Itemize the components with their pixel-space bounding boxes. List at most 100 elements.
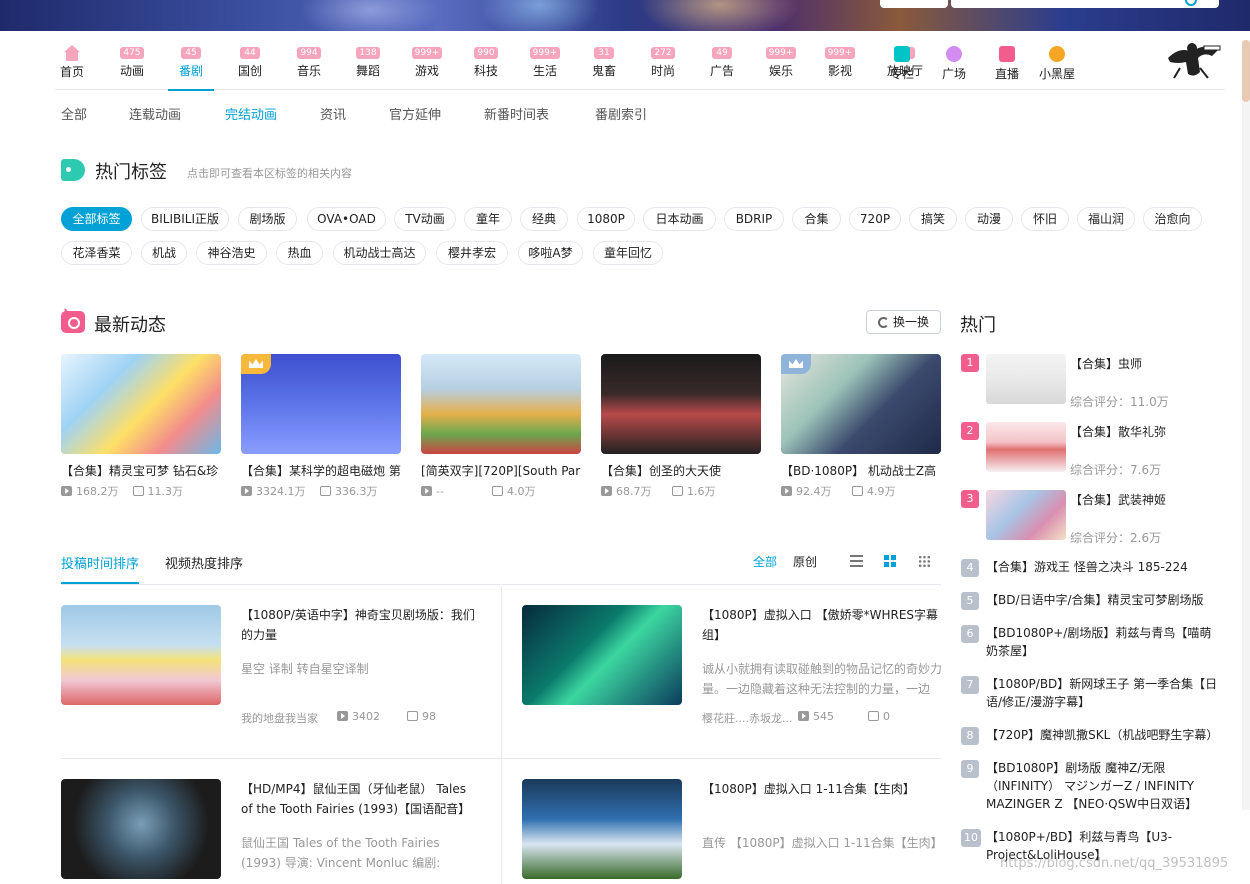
tag-chip[interactable]: 1080P (577, 207, 635, 231)
search-input[interactable] (951, 0, 1219, 8)
filter-original[interactable]: 原创 (793, 553, 817, 570)
video-thumbnail[interactable] (986, 354, 1066, 404)
video-thumbnail[interactable] (61, 605, 221, 705)
tag-chip[interactable]: BDRIP (724, 207, 784, 231)
tag-chip[interactable]: 搞笑 (909, 207, 957, 231)
tag-chip[interactable]: 花泽香菜 (61, 241, 132, 265)
tag-chip[interactable]: 热血 (276, 241, 323, 265)
subnav-item-3[interactable]: 资讯 (320, 104, 346, 123)
hot-video-title[interactable]: 【BD1080P】剧场版 魔神Z/无限（INFINITY） マジンガーZ / I… (986, 759, 1218, 813)
nav-special-1[interactable]: 广场 (940, 44, 968, 90)
subnav-item-5[interactable]: 新番时间表 (484, 104, 549, 123)
video-title[interactable]: 【1080P】虚拟入口 1-11合集【生肉】 (702, 779, 942, 799)
list-view-icon[interactable] (850, 555, 863, 567)
hot-video-title[interactable]: 【BD/日语中字/合集】精灵宝可梦剧场版 (986, 591, 1218, 609)
subnav-item-0[interactable]: 全部 (61, 104, 87, 123)
video-card[interactable]: 【BD·1080P】 机动战士Z高 92.4万 4.9万 (781, 354, 941, 499)
hot-video-title[interactable]: 【合集】武装神姬 (1070, 491, 1166, 508)
video-list-item[interactable]: 【1080P/英语中字】神奇宝贝剧场版：我们的力量 星空 译制 转自星空译制 我的地… (61, 585, 501, 739)
subnav-item-2[interactable]: 完结动画 (225, 104, 277, 123)
scrollbar-thumb[interactable] (1242, 40, 1250, 102)
refresh-button[interactable]: 换一换 (866, 310, 941, 334)
tag-chip[interactable]: 童年 (464, 207, 512, 231)
hot-video-title[interactable]: 【720P】魔神凯撒SKL（机战吧野生字幕） (986, 726, 1218, 744)
tag-chip[interactable]: 日本动画 (643, 207, 716, 231)
video-thumbnail[interactable] (421, 354, 581, 454)
header-mini-button[interactable] (880, 0, 948, 8)
video-title[interactable]: 【合集】某科学的超电磁炮 第 (241, 462, 401, 480)
grid-view-icon[interactable] (884, 555, 897, 567)
nav-special-0[interactable]: 专栏 (888, 44, 916, 90)
nav-item-3[interactable]: 44 国创 (233, 44, 267, 90)
filter-all[interactable]: 全部 (753, 553, 777, 570)
nav-item-7[interactable]: 990 科技 (469, 44, 503, 90)
video-card[interactable]: 【合集】精灵宝可梦 钻石&珍 168.2万 11.3万 (61, 354, 221, 499)
uploader-name[interactable]: 我的地盘我当家 (241, 710, 337, 726)
tag-chip[interactable]: 福山润 (1077, 207, 1135, 231)
video-card[interactable]: 【合集】某科学的超电磁炮 第 3324.1万 336.3万 (241, 354, 401, 499)
video-card[interactable]: [简英双字][720P][South Park. -- 4.0万 (421, 354, 581, 499)
tag-chip[interactable]: 剧场版 (238, 207, 297, 231)
tab-upload-time[interactable]: 投稿时间排序 (61, 553, 140, 584)
nav-item-11[interactable]: 49 广告 (705, 44, 739, 90)
nav-special-3[interactable]: 小黑屋 (1037, 44, 1077, 90)
mascot-logo[interactable] (1160, 38, 1224, 82)
tag-chip[interactable]: 合集 (792, 207, 841, 231)
video-thumbnail[interactable] (781, 354, 941, 454)
nav-item-0[interactable]: 首页 (55, 44, 89, 90)
nav-item-4[interactable]: 994 音乐 (292, 44, 326, 90)
tag-chip[interactable]: 经典 (520, 207, 568, 231)
video-list-item[interactable]: 【1080P】虚拟入口 1-11合集【生肉】 直传 【1080P】虚拟入口 1-1… (522, 759, 962, 884)
subnav-item-1[interactable]: 连载动画 (129, 104, 181, 123)
hot-video-title[interactable]: 【合集】游戏王 怪兽之决斗 185-224 (986, 558, 1218, 576)
tag-chip[interactable]: 哆啦A梦 (518, 241, 583, 265)
hot-video-title[interactable]: 【合集】散华礼弥 (1070, 423, 1166, 440)
nav-item-1[interactable]: 475 动画 (115, 44, 149, 90)
tag-chip[interactable]: 神谷浩史 (196, 241, 267, 265)
subnav-item-4[interactable]: 官方延伸 (389, 104, 441, 123)
tag-chip[interactable]: 治愈向 (1143, 207, 1202, 231)
tag-chip[interactable]: 机动战士高达 (333, 241, 426, 265)
video-thumbnail[interactable] (986, 422, 1066, 472)
video-thumbnail[interactable] (986, 490, 1066, 540)
tag-chip[interactable]: 720P (849, 207, 901, 231)
video-thumbnail[interactable] (61, 779, 221, 879)
video-card[interactable]: 【合集】创圣的大天使 68.7万 1.6万 (601, 354, 761, 499)
tag-chip[interactable]: 机战 (141, 241, 187, 265)
video-title[interactable]: 【1080P/英语中字】神奇宝贝剧场版：我们的力量 (241, 605, 481, 645)
tag-chip[interactable]: 动漫 (965, 207, 1013, 231)
compact-view-icon[interactable] (918, 555, 931, 567)
video-title[interactable]: 【BD·1080P】 机动战士Z高 (781, 462, 941, 480)
video-thumbnail[interactable] (522, 779, 682, 879)
hot-video-title[interactable]: 【合集】虫师 (1070, 355, 1142, 372)
tag-chip[interactable]: 童年回忆 (593, 241, 663, 265)
video-title[interactable]: 【合集】精灵宝可梦 钻石&珍 (61, 462, 221, 480)
search-icon[interactable] (1185, 0, 1197, 6)
nav-item-10[interactable]: 272 时尚 (646, 44, 680, 90)
hot-video-title[interactable]: 【BD1080P+/剧场版】莉兹与青鸟【喵萌奶茶屋】 (986, 624, 1218, 660)
tab-hotness[interactable]: 视频热度排序 (165, 553, 243, 572)
nav-item-8[interactable]: 999+ 生活 (528, 44, 562, 90)
scrollbar[interactable] (1242, 40, 1250, 810)
tag-chip[interactable]: 樱井孝宏 (436, 241, 508, 265)
video-thumbnail[interactable] (601, 354, 761, 454)
video-thumbnail[interactable] (522, 605, 682, 705)
video-list-item[interactable]: 【1080P】虚拟入口 【傲娇零*WHRES字幕组】 诚从小就拥有读取碰触到的物品… (522, 585, 962, 739)
tag-chip[interactable]: 全部标签 (61, 207, 132, 231)
tag-chip[interactable]: BILIBILI正版 (141, 207, 229, 231)
nav-item-6[interactable]: 999+ 游戏 (410, 44, 444, 90)
nav-item-13[interactable]: 999+ 影视 (823, 44, 857, 90)
nav-special-2[interactable]: 直播 (993, 44, 1021, 90)
video-title[interactable]: 【HD/MP4】鼠仙王国（牙仙老鼠） Tales of the Tooth Fa… (241, 779, 481, 819)
subnav-item-6[interactable]: 番剧索引 (595, 104, 647, 123)
tag-chip[interactable]: TV动画 (394, 207, 456, 231)
tag-chip[interactable]: OVA•OAD (307, 207, 386, 231)
video-thumbnail[interactable] (241, 354, 401, 454)
video-title[interactable]: [简英双字][720P][South Park. (421, 462, 581, 480)
tag-chip[interactable]: 怀旧 (1021, 207, 1069, 231)
nav-item-2[interactable]: 45 番剧 (168, 44, 214, 91)
video-title[interactable]: 【合集】创圣的大天使 (601, 462, 761, 480)
nav-item-5[interactable]: 138 舞蹈 (351, 44, 385, 90)
nav-item-9[interactable]: 31 鬼畜 (587, 44, 621, 90)
hot-video-title[interactable]: 【1080P/BD】新网球王子 第一季合集【日语/修正/漫游字幕】 (986, 675, 1218, 711)
